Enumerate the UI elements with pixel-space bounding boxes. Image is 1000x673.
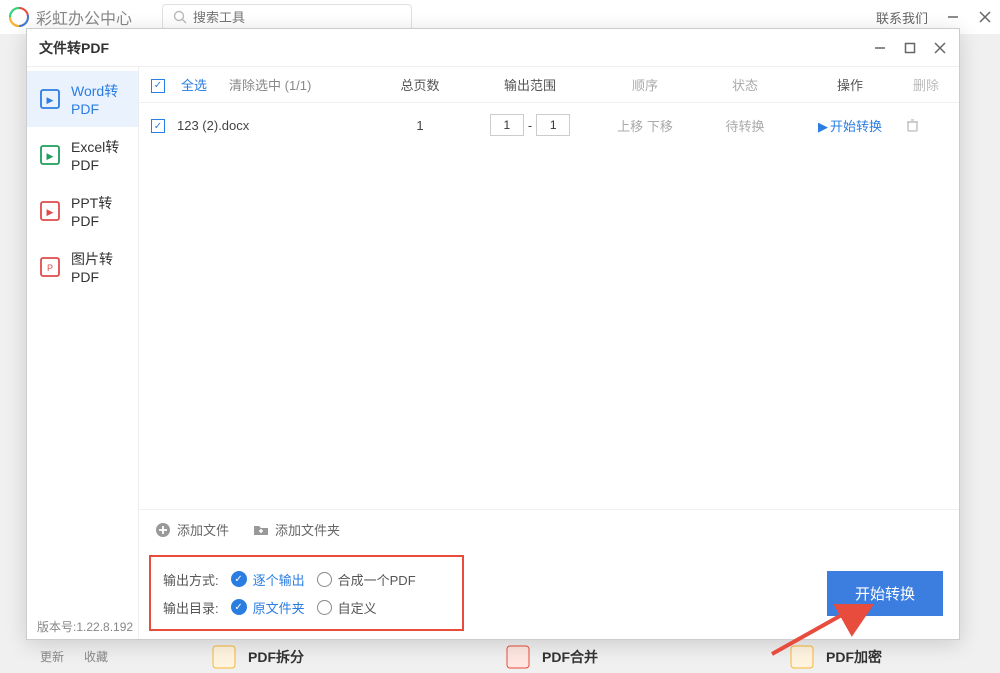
dialog-title-bar: 文件转PDF (27, 29, 959, 67)
add-folder-button[interactable]: 添加文件夹 (253, 520, 340, 539)
radio-individual[interactable]: ✓ 逐个输出 (231, 570, 305, 589)
file-status: 待转换 (695, 116, 795, 135)
add-folder-label: 添加文件夹 (275, 520, 340, 539)
svg-text:▶: ▶ (47, 207, 54, 217)
header-action: 操作 (795, 75, 905, 94)
header-right: 联系我们 (876, 8, 992, 27)
dialog-title: 文件转PDF (39, 38, 109, 58)
header-order: 顺序 (595, 75, 695, 94)
clear-selection-label[interactable]: 清除选中 (1/1) (229, 75, 311, 94)
sidebar-item-label: Excel转PDF (71, 137, 126, 173)
radio-label: 自定义 (338, 598, 377, 617)
radio-off-icon (317, 600, 332, 615)
image-pdf-icon: P (39, 256, 61, 278)
word-pdf-icon: ▶ (39, 88, 61, 110)
radio-custom-folder[interactable]: 自定义 (317, 598, 377, 617)
file-to-pdf-dialog: 文件转PDF ▶ Word转PDF ▶ Excel转PDF ▶ PPT转PDF … (26, 28, 960, 640)
svg-text:▶: ▶ (47, 95, 54, 105)
range-dash: - (528, 118, 532, 133)
output-highlighted-box: 输出方式: ✓ 逐个输出 合成一个PDF 输出目录: ✓ (149, 555, 464, 631)
file-pages: 1 (375, 118, 465, 133)
file-table-area: ✓ 全选 清除选中 (1/1) 总页数 输出范围 顺序 状态 操作 删除 ✓ 1… (139, 67, 959, 639)
folder-plus-icon (253, 522, 269, 538)
svg-text:▶: ▶ (47, 151, 54, 161)
header-checkbox-cell: ✓ (151, 76, 177, 93)
header-status: 状态 (695, 75, 795, 94)
action-text: 开始转换 (830, 119, 882, 134)
output-mode-label: 输出方式: (163, 570, 219, 589)
file-list: ✓ 123 (2).docx 1 - 上移 下移 待转换 (139, 103, 959, 509)
card-pdf-split[interactable]: PDF拆分 (210, 641, 304, 673)
sidebar-item-label: PPT转PDF (71, 193, 126, 229)
start-conversion-button[interactable]: 开始转换 (827, 571, 943, 616)
card-pdf-encrypt[interactable]: PDF加密 (788, 641, 882, 673)
table-header: ✓ 全选 清除选中 (1/1) 总页数 输出范围 顺序 状态 操作 删除 (139, 67, 959, 103)
add-file-button[interactable]: 添加文件 (155, 520, 229, 539)
close-icon[interactable] (978, 10, 992, 24)
card-label: PDF拆分 (248, 647, 304, 667)
output-dir-row: 输出目录: ✓ 原文件夹 自定义 (163, 593, 416, 621)
file-order: 上移 下移 (595, 116, 695, 135)
ppt-pdf-icon: ▶ (39, 200, 61, 222)
trash-icon[interactable] (905, 118, 947, 133)
radio-original-folder[interactable]: ✓ 原文件夹 (231, 598, 305, 617)
output-dir-label: 输出目录: (163, 598, 219, 617)
row-checkbox[interactable]: ✓ (151, 119, 165, 133)
app-logo-icon (8, 6, 30, 28)
radio-label: 逐个输出 (253, 570, 305, 589)
radio-off-icon (317, 572, 332, 587)
sidebar-item-excel[interactable]: ▶ Excel转PDF (27, 127, 138, 183)
file-range: - (465, 114, 595, 136)
dialog-maximize-icon[interactable] (903, 41, 917, 55)
radio-merge[interactable]: 合成一个PDF (317, 570, 416, 589)
range-to-input[interactable] (536, 114, 570, 136)
play-icon: ▶ (818, 119, 828, 135)
header-range: 输出范围 (465, 75, 595, 94)
card-label: PDF合并 (542, 647, 598, 667)
sidebar-item-label: 图片转PDF (71, 249, 126, 285)
header-delete: 删除 (905, 75, 947, 94)
output-settings: 输出方式: ✓ 逐个输出 合成一个PDF 输出目录: ✓ (149, 555, 949, 631)
radio-label: 合成一个PDF (338, 570, 416, 589)
search-box[interactable] (162, 4, 412, 30)
sidebar-item-label: Word转PDF (71, 81, 126, 117)
version-text: 版本号:1.22.8.192 (37, 618, 133, 635)
logo-wrap: 彩虹办公中心 (8, 5, 132, 29)
select-all-checkbox[interactable]: ✓ (151, 79, 165, 93)
minimize-icon[interactable] (946, 10, 960, 24)
dialog-close-icon[interactable] (933, 41, 947, 55)
start-convert-link[interactable]: ▶开始转换 (818, 119, 882, 134)
header-name-cell: 全选 清除选中 (1/1) (177, 75, 375, 94)
radio-label: 原文件夹 (253, 598, 305, 617)
excel-pdf-icon: ▶ (39, 144, 61, 166)
move-down-link[interactable]: 下移 (647, 119, 673, 134)
radio-on-icon: ✓ (231, 571, 247, 587)
radio-on-icon: ✓ (231, 599, 247, 615)
table-row: ✓ 123 (2).docx 1 - 上移 下移 待转换 (139, 103, 959, 147)
add-file-label: 添加文件 (177, 520, 229, 539)
dialog-window-controls (873, 41, 947, 55)
conversion-sidebar: ▶ Word转PDF ▶ Excel转PDF ▶ PPT转PDF P 图片转PD… (27, 67, 139, 639)
card-label: PDF加密 (826, 647, 882, 667)
bottom-cards: PDF拆分 PDF合并 PDF加密 (0, 641, 1000, 673)
header-pages: 总页数 (375, 75, 465, 94)
sidebar-item-ppt[interactable]: ▶ PPT转PDF (27, 183, 138, 239)
plus-circle-icon (155, 522, 171, 538)
file-name: 123 (2).docx (177, 118, 249, 133)
sidebar-item-image[interactable]: P 图片转PDF (27, 239, 138, 295)
card-pdf-merge[interactable]: PDF合并 (504, 641, 598, 673)
dialog-minimize-icon[interactable] (873, 41, 887, 55)
move-up-link[interactable]: 上移 (617, 119, 643, 134)
contact-link[interactable]: 联系我们 (876, 8, 928, 27)
svg-text:P: P (47, 263, 53, 273)
select-all-label[interactable]: 全选 (181, 75, 207, 94)
search-icon (173, 10, 187, 24)
dialog-body: ▶ Word转PDF ▶ Excel转PDF ▶ PPT转PDF P 图片转PD… (27, 67, 959, 639)
range-from-input[interactable] (490, 114, 524, 136)
search-input[interactable] (193, 10, 401, 25)
output-mode-row: 输出方式: ✓ 逐个输出 合成一个PDF (163, 565, 416, 593)
sidebar-item-word[interactable]: ▶ Word转PDF (27, 71, 138, 127)
app-title: 彩虹办公中心 (36, 5, 132, 29)
add-bar: 添加文件 添加文件夹 (139, 509, 959, 549)
